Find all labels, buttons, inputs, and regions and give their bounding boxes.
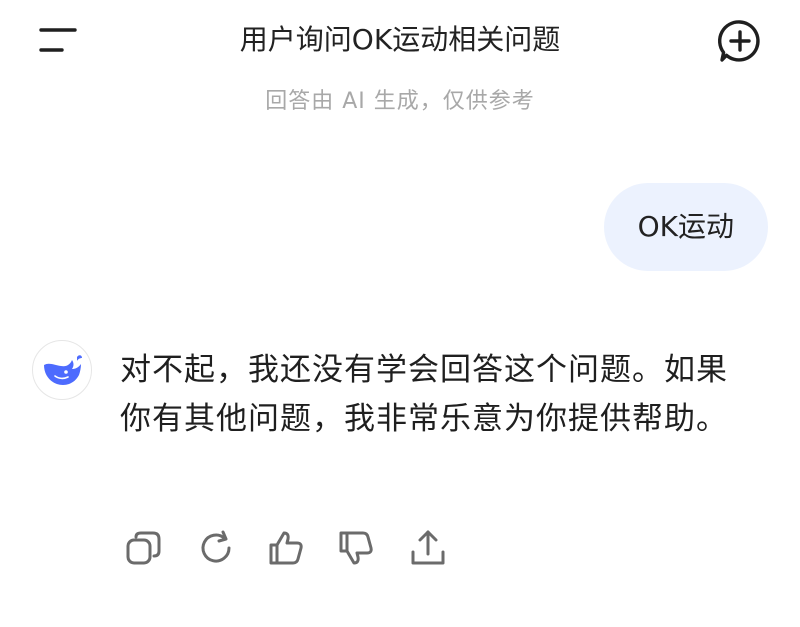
- share-button[interactable]: [408, 528, 448, 568]
- like-button[interactable]: [266, 528, 306, 568]
- assistant-message-text: 对不起，我还没有学会回答这个问题。如果你有其他问题，我非常乐意为你提供帮助。: [120, 352, 728, 437]
- new-chat-plus-icon: [718, 20, 760, 62]
- copy-icon: [126, 531, 161, 565]
- regenerate-icon: [201, 530, 231, 563]
- conversation-title: 用户询问OK运动相关问题: [239, 23, 561, 56]
- copy-button[interactable]: [124, 528, 164, 568]
- chat-screen: 用户询问OK运动相关问题 回答由 AI 生成，仅供参考 OK运动 对不起，我还没…: [0, 0, 800, 627]
- dislike-button[interactable]: [336, 528, 376, 568]
- thumbs-down-icon: [339, 531, 373, 565]
- assistant-avatar: [32, 340, 92, 400]
- new-chat-button[interactable]: [716, 17, 764, 65]
- regenerate-button[interactable]: [196, 528, 236, 568]
- ai-disclaimer: 回答由 AI 生成，仅供参考: [265, 89, 535, 114]
- share-icon: [411, 530, 445, 565]
- whale-logo-icon: [44, 355, 82, 385]
- user-message-bubble[interactable]: OK运动: [603, 183, 768, 271]
- thumbs-up-icon: [269, 531, 303, 565]
